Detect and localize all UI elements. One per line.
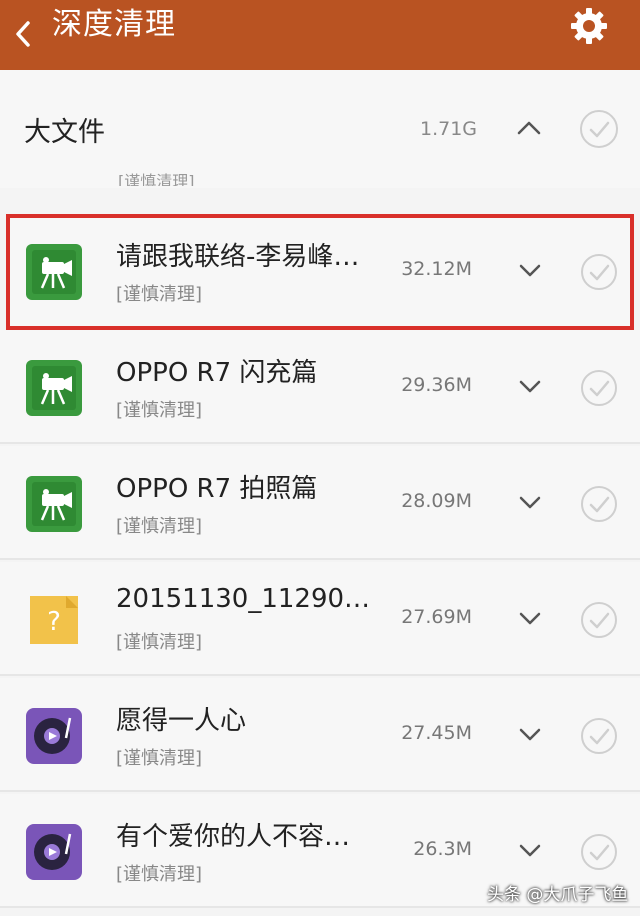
back-arrow-icon[interactable]: [10, 14, 36, 54]
file-tag: [谨慎清理]: [116, 400, 203, 421]
section-size: 1.71G: [420, 118, 478, 140]
video-camera-icon: [26, 476, 82, 532]
file-row[interactable]: OPPO R7 闪充篇 [谨慎清理] 29.36M: [0, 330, 640, 444]
music-disc-icon: [26, 824, 82, 880]
chevron-down-icon[interactable]: [517, 842, 543, 860]
file-name: OPPO R7 拍照篇: [116, 474, 318, 504]
file-tag: [谨慎清理]: [116, 632, 203, 653]
file-row[interactable]: 请跟我联络-李易峰… [谨慎清理] 32.12M: [6, 214, 634, 330]
file-name: 请跟我联络-李易峰…: [116, 242, 360, 272]
select-all-checkbox[interactable]: [578, 108, 620, 150]
large-files-section-header[interactable]: 大文件 1.71G: [0, 70, 640, 188]
file-checkbox[interactable]: [579, 716, 619, 756]
file-checkbox[interactable]: [579, 484, 619, 524]
file-size: 32.12M: [401, 258, 472, 280]
file-checkbox[interactable]: [579, 252, 619, 292]
file-tag: [谨慎清理]: [116, 748, 203, 769]
file-row[interactable]: ? 20151130_11290… [谨慎清理] 27.69M: [0, 562, 640, 676]
file-tag: [谨慎清理]: [116, 516, 203, 537]
page-title: 深度清理: [52, 7, 176, 42]
top-bar: 深度清理: [0, 0, 640, 70]
file-name: OPPO R7 闪充篇: [116, 358, 318, 388]
file-checkbox[interactable]: [579, 600, 619, 640]
chevron-down-icon[interactable]: [517, 610, 543, 628]
chevron-down-icon[interactable]: [517, 378, 543, 396]
video-camera-icon: [26, 360, 82, 416]
file-size: 26.3M: [413, 838, 472, 860]
file-checkbox[interactable]: [579, 368, 619, 408]
file-tag: [谨慎清理]: [116, 284, 203, 305]
file-size: 29.36M: [401, 374, 472, 396]
chevron-down-icon[interactable]: [517, 262, 543, 280]
file-name: 愿得一人心: [116, 706, 247, 736]
section-title: 大文件: [24, 117, 105, 148]
watermark: 头条 @大爪子飞鱼: [487, 885, 629, 905]
file-tag: [谨慎清理]: [116, 864, 203, 885]
chevron-down-icon[interactable]: [517, 494, 543, 512]
file-size: 27.69M: [401, 606, 472, 628]
file-row[interactable]: 愿得一人心 [谨慎清理] 27.45M: [0, 678, 640, 792]
video-camera-icon: [26, 244, 82, 300]
scrolled-item-tag: [谨慎清理]: [118, 172, 195, 186]
file-name: 有个爱你的人不容…: [116, 822, 351, 852]
file-size: 27.45M: [401, 722, 472, 744]
file-checkbox[interactable]: [579, 832, 619, 872]
unknown-file-icon: ?: [26, 592, 82, 648]
file-row[interactable]: OPPO R7 拍照篇 [谨慎清理] 28.09M: [0, 446, 640, 560]
gear-icon[interactable]: [569, 6, 609, 46]
music-disc-icon: [26, 708, 82, 764]
file-size: 28.09M: [401, 490, 472, 512]
chevron-down-icon[interactable]: [517, 726, 543, 744]
chevron-up-icon[interactable]: [514, 118, 544, 138]
svg-text:?: ?: [47, 607, 61, 637]
file-name: 20151130_11290…: [116, 584, 371, 614]
